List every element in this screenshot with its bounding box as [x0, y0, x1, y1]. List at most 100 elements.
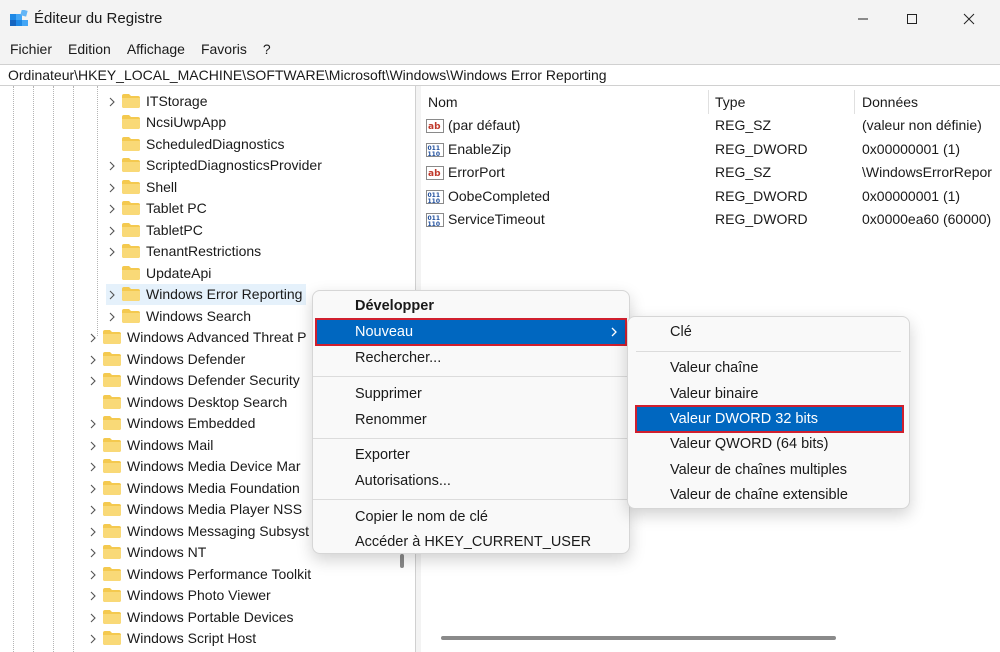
list-item[interactable]: 011 110 ServiceTimeout REG_DWORD 0x0000ea60 …	[421, 208, 1000, 231]
chevron-right-icon[interactable]	[87, 589, 99, 601]
tree-guide-line	[97, 86, 98, 336]
chevron-right-icon[interactable]	[87, 546, 99, 558]
menu-item-permissions[interactable]: Autorisations...	[317, 469, 625, 493]
tree-node[interactable]: Tablet PC	[106, 198, 211, 220]
tree-node[interactable]: ITStorage	[106, 90, 211, 112]
tree-node[interactable]: ScheduledDiagnostics	[106, 133, 289, 155]
tree-node[interactable]: TabletPC	[106, 219, 207, 241]
tree-node[interactable]: Windows Photo Viewer	[87, 585, 271, 607]
folder-icon	[103, 437, 121, 452]
tree-node[interactable]: Windows Media Device Mar	[87, 456, 301, 478]
chevron-right-icon[interactable]	[106, 245, 118, 257]
menu-affichage[interactable]: Affichage	[119, 38, 193, 62]
tree-guide-line	[73, 86, 74, 652]
submenu-item-key[interactable]: Clé	[632, 320, 905, 344]
submenu-item-dword-value[interactable]: Valeur DWORD 32 bits	[635, 405, 904, 433]
column-divider[interactable]	[708, 90, 709, 114]
column-name-header[interactable]: Nom	[428, 94, 458, 110]
submenu-item-expandable-string-value[interactable]: Valeur de chaîne extensible	[632, 483, 905, 507]
tree-node[interactable]: Windows Advanced Threat P	[87, 327, 307, 349]
chevron-right-icon[interactable]	[87, 503, 99, 515]
tree-node[interactable]: Windows Portable Devices	[87, 606, 294, 628]
tree-node[interactable]: TenantRestrictions	[106, 241, 265, 263]
value-data: 0x00000001 (1)	[862, 140, 961, 157]
tree-node[interactable]: UpdateApi	[106, 262, 215, 284]
tree-node-label: ITStorage	[146, 92, 208, 109]
tree-node[interactable]: Windows Messaging Subsyst	[87, 520, 309, 542]
tree-node[interactable]: Windows Performance Toolkit	[87, 563, 311, 585]
column-divider[interactable]	[854, 90, 855, 114]
chevron-right-icon[interactable]	[87, 611, 99, 623]
list-item[interactable]: 011 110 OobeCompleted REG_DWORD 0x00000001 (…	[421, 185, 1000, 208]
value-name: EnableZip	[448, 140, 512, 157]
chevron-right-icon[interactable]	[106, 159, 118, 171]
chevron-right-icon[interactable]	[106, 202, 118, 214]
chevron-right-icon[interactable]	[87, 439, 99, 451]
column-type-header[interactable]: Type	[715, 94, 745, 110]
menu-fichier[interactable]: Fichier	[2, 38, 60, 62]
tree-node[interactable]: NcsiUwpApp	[106, 112, 230, 134]
tree-node-label: Windows Portable Devices	[127, 608, 294, 625]
tree-node[interactable]: Windows Error Reporting	[106, 283, 307, 305]
tree-node-label: Windows Mail	[127, 436, 214, 453]
chevron-right-icon[interactable]	[87, 568, 99, 580]
chevron-right-icon[interactable]	[87, 417, 99, 429]
tree-node[interactable]: ScriptedDiagnosticsProvider	[106, 155, 326, 177]
menu-item-export[interactable]: Exporter	[317, 443, 625, 467]
menu-favoris[interactable]: Favoris	[193, 38, 255, 62]
tree-node[interactable]: Windows Media Foundation	[87, 477, 300, 499]
submenu-item-multi-string-value[interactable]: Valeur de chaînes multiples	[632, 458, 905, 482]
chevron-right-icon[interactable]	[106, 224, 118, 236]
chevron-right-icon[interactable]	[87, 632, 99, 644]
tree-node[interactable]: Windows Desktop Search	[87, 391, 287, 413]
chevron-right-icon[interactable]	[87, 460, 99, 472]
minimize-button[interactable]	[840, 0, 886, 38]
tree-node-label: Shell	[146, 178, 178, 195]
tree-node[interactable]: Shell	[106, 176, 181, 198]
chevron-right-icon[interactable]	[87, 353, 99, 365]
menu-help[interactable]: ?	[255, 38, 279, 62]
tree-node[interactable]: Windows NT	[87, 542, 206, 564]
chevron-right-icon[interactable]	[106, 288, 118, 300]
chevron-right-icon[interactable]	[106, 181, 118, 193]
menu-item-goto-hkcu[interactable]: Accéder à HKEY_CURRENT_USER	[317, 530, 625, 554]
menu-item-find[interactable]: Rechercher...	[317, 346, 625, 370]
menu-item-rename[interactable]: Renommer	[317, 408, 625, 432]
tree-node[interactable]: Windows Defender	[87, 348, 245, 370]
chevron-right-icon[interactable]	[87, 374, 99, 386]
folder-icon	[122, 265, 140, 280]
value-type: REG_DWORD	[715, 211, 808, 227]
menu-item-delete[interactable]: Supprimer	[317, 382, 625, 406]
maximize-button[interactable]	[889, 0, 935, 38]
column-data-header[interactable]: Données	[862, 94, 918, 110]
tree-node[interactable]: Windows Search	[106, 305, 255, 327]
tree-node[interactable]: Windows Mail	[87, 434, 213, 456]
close-button[interactable]	[946, 0, 992, 38]
submenu-item-binary-value[interactable]: Valeur binaire	[632, 382, 905, 406]
chevron-right-icon[interactable]	[87, 525, 99, 537]
submenu-item-string-value[interactable]: Valeur chaîne	[632, 356, 905, 380]
folder-icon	[103, 459, 121, 474]
horizontal-scrollbar-thumb[interactable]	[441, 636, 836, 640]
list-item[interactable]: 011 110 EnableZip REG_DWORD 0x00000001 (1)	[421, 138, 1000, 161]
tree-scrollbar-thumb[interactable]	[400, 554, 404, 568]
address-bar[interactable]: Ordinateur\HKEY_LOCAL_MACHINE\SOFTWARE\M…	[0, 64, 1000, 86]
tree-node[interactable]: Windows Embedded	[87, 413, 255, 435]
menu-item-new[interactable]: Nouveau	[315, 318, 627, 346]
list-item[interactable]: ab (par défaut) REG_SZ (valeur non définie)	[421, 114, 1000, 137]
chevron-right-icon[interactable]	[106, 310, 118, 322]
folder-icon	[103, 351, 121, 366]
submenu-item-qword-value[interactable]: Valeur QWORD (64 bits)	[632, 432, 905, 456]
menu-item-copy-key-name[interactable]: Copier le nom de clé	[317, 505, 625, 529]
chevron-right-icon[interactable]	[106, 95, 118, 107]
list-item[interactable]: ab ErrorPort REG_SZ \WindowsErrorRepor	[421, 161, 1000, 184]
tree-node[interactable]: Windows Media Player NSS	[87, 499, 302, 521]
tree-node[interactable]: Windows Script Host	[87, 628, 256, 650]
menu-item-expand[interactable]: Développer	[317, 294, 625, 318]
chevron-right-icon[interactable]	[87, 482, 99, 494]
chevron-right-icon[interactable]	[87, 331, 99, 343]
tree-node[interactable]: Windows Defender Security	[87, 370, 300, 392]
menu-edition[interactable]: Edition	[60, 38, 119, 62]
